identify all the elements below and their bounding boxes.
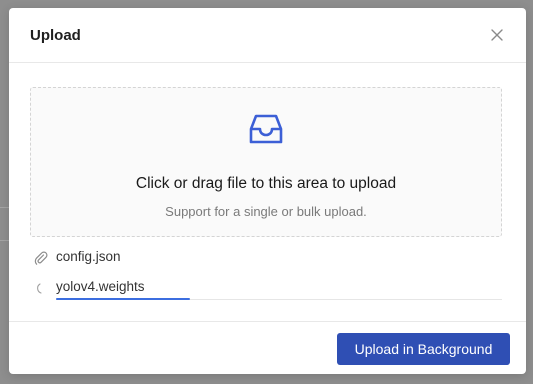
file-name: config.json bbox=[56, 249, 121, 264]
dropzone-hint: Support for a single or bulk upload. bbox=[165, 204, 367, 219]
paperclip-icon bbox=[34, 251, 48, 265]
dropzone-text: Click or drag file to this area to uploa… bbox=[135, 175, 397, 192]
upload-progress-bar bbox=[56, 298, 190, 300]
close-button[interactable] bbox=[486, 24, 508, 46]
file-item-config[interactable]: config.json bbox=[30, 246, 502, 272]
file-name: yolov4.weights bbox=[56, 279, 145, 294]
file-item-weights[interactable]: yolov4.weights bbox=[30, 276, 502, 302]
modal-title: Upload bbox=[30, 27, 81, 44]
inbox-icon bbox=[249, 114, 283, 144]
upload-in-background-button[interactable]: Upload in Background bbox=[337, 333, 510, 365]
upload-modal: Upload Click or drag file to this area t… bbox=[9, 8, 526, 374]
upload-dropzone[interactable]: Click or drag file to this area to uploa… bbox=[30, 87, 502, 237]
modal-header: Upload bbox=[9, 8, 526, 63]
loading-icon bbox=[37, 283, 42, 294]
modal-footer: Upload in Background bbox=[9, 321, 526, 374]
close-icon bbox=[491, 29, 503, 41]
